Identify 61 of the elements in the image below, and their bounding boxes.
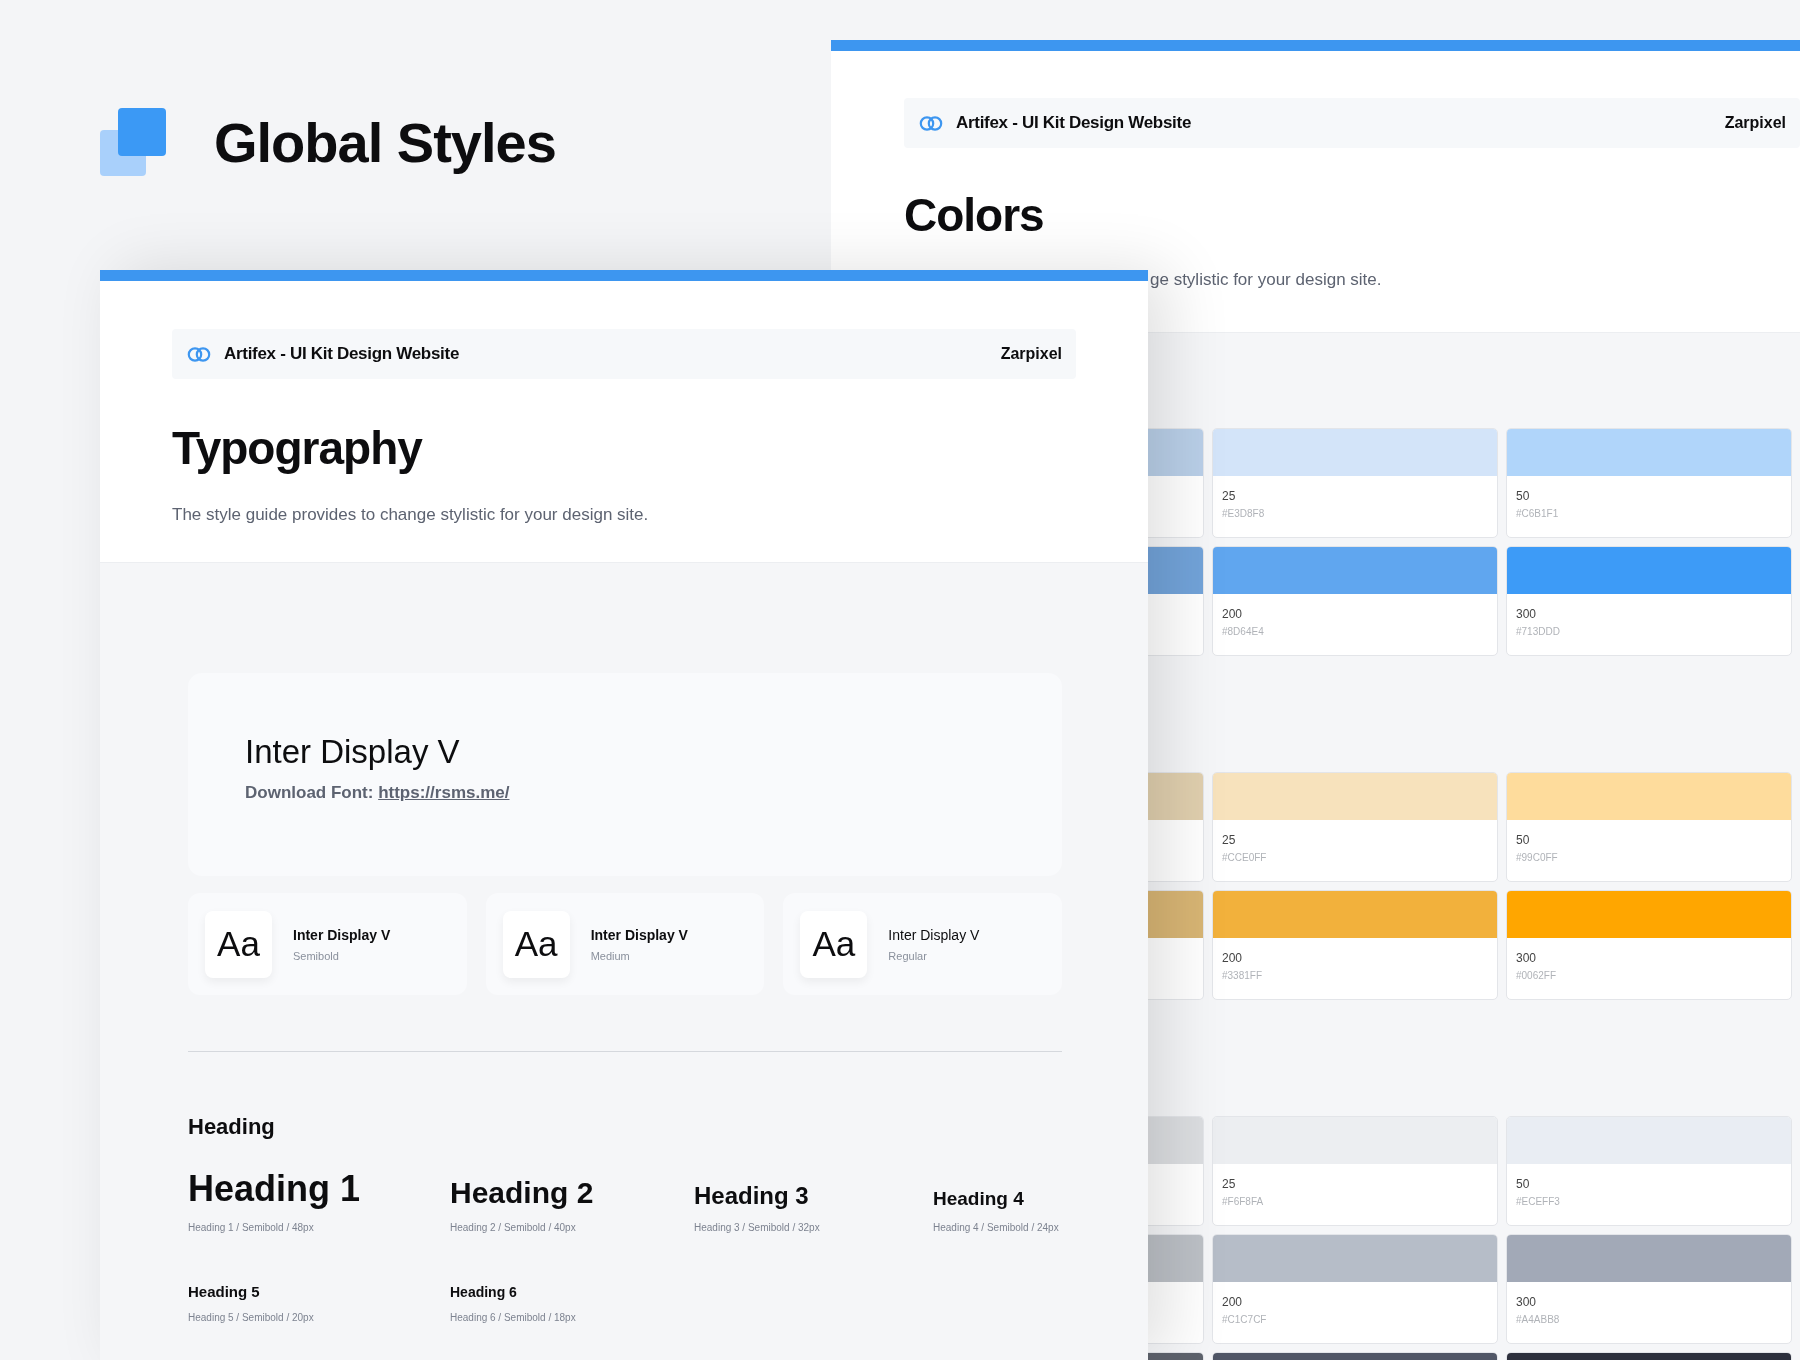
heading-spec: Heading 1 / Semibold / 48px <box>188 1222 315 1233</box>
shade-label: 50 <box>1516 833 1531 847</box>
heading-spec: Heading 4 / Semibold / 24px <box>933 1222 1060 1233</box>
weight-label: Regular <box>888 949 928 962</box>
section-subtitle: The style guide provides to change stylistic for your design site. <box>172 505 650 525</box>
heading-spec: Heading 5 / Semibold / 20px <box>188 1312 315 1323</box>
heading-sample: Heading 1 <box>188 1168 362 1210</box>
hex-code: #E3D8F8 <box>1222 508 1266 519</box>
hex-code: #C6B1F1 <box>1516 508 1560 519</box>
weight-label: Semibold <box>293 949 340 962</box>
shade-label: 300 <box>1516 607 1538 621</box>
font-sample: Aa <box>205 910 272 978</box>
heading-sample: Heading 3 <box>694 1182 810 1210</box>
section-subtitle: ge stylistic for your design site. <box>1149 270 1383 290</box>
site-name: Artifex - UI Kit Design Website <box>956 113 1192 133</box>
site-name: Artifex - UI Kit Design Website <box>224 344 460 364</box>
heading-sample: Heading 5 <box>188 1283 261 1300</box>
hex-code: #F6F8FA <box>1222 1196 1265 1207</box>
shade-label: 200 <box>1222 951 1244 965</box>
shade-label: 50 <box>1516 1177 1531 1191</box>
heading-spec: Heading 2 / Semibold / 40px <box>450 1222 577 1233</box>
weight-font-name: Inter Display V <box>293 926 391 943</box>
shade-label: 200 <box>1222 607 1244 621</box>
page-title: Global Styles <box>214 109 556 175</box>
section-title: Colors <box>904 188 1045 242</box>
cloud-icon <box>918 115 944 131</box>
cloud-icon <box>186 346 212 362</box>
section-label: Heading <box>188 1114 276 1140</box>
hex-code: #ECEFF3 <box>1516 1196 1561 1207</box>
weight-font-name: Inter Display V <box>590 926 688 943</box>
shade-label: 50 <box>1516 489 1531 503</box>
heading-sample: Heading 6 <box>450 1284 518 1300</box>
hex-code: #A4ABB8 <box>1516 1314 1561 1325</box>
font-sample: Aa <box>502 910 570 978</box>
hex-code: #713DDD <box>1516 626 1561 637</box>
shade-label: 25 <box>1222 833 1237 847</box>
download-text: Download Font: https://rsms.me/ <box>245 783 511 803</box>
hex-code: #8D64E4 <box>1222 626 1265 637</box>
hex-code: #3381FF <box>1222 970 1264 981</box>
heading-spec: Heading 3 / Semibold / 32px <box>694 1222 821 1233</box>
weight-label: Medium <box>590 949 631 962</box>
shade-label: 200 <box>1222 1295 1244 1309</box>
shade-label: 25 <box>1222 1177 1237 1191</box>
shade-label: 25 <box>1222 489 1237 503</box>
author-name: Zarpixel <box>1724 114 1786 132</box>
heading-spec: Heading 6 / Semibold / 18px <box>450 1312 577 1323</box>
section-title: Typography <box>172 421 424 475</box>
hex-code: #99C0FF <box>1516 852 1559 863</box>
hex-code: #C1C7CF <box>1222 1314 1268 1325</box>
weight-font-name: Inter Display V <box>888 926 980 943</box>
heading-sample: Heading 4 <box>933 1188 1025 1210</box>
shade-label: 300 <box>1516 951 1538 965</box>
font-sample: Aa <box>800 910 868 978</box>
logo-icon <box>100 108 166 176</box>
heading-sample: Heading 2 <box>450 1176 595 1210</box>
font-link[interactable]: https://rsms.me/ <box>378 783 510 802</box>
hex-code: #CCE0FF <box>1222 852 1268 863</box>
shade-label: 300 <box>1516 1295 1538 1309</box>
font-name: Inter Display V <box>245 733 461 771</box>
hex-code: #0062FF <box>1516 970 1558 981</box>
author-name: Zarpixel <box>1000 345 1062 363</box>
